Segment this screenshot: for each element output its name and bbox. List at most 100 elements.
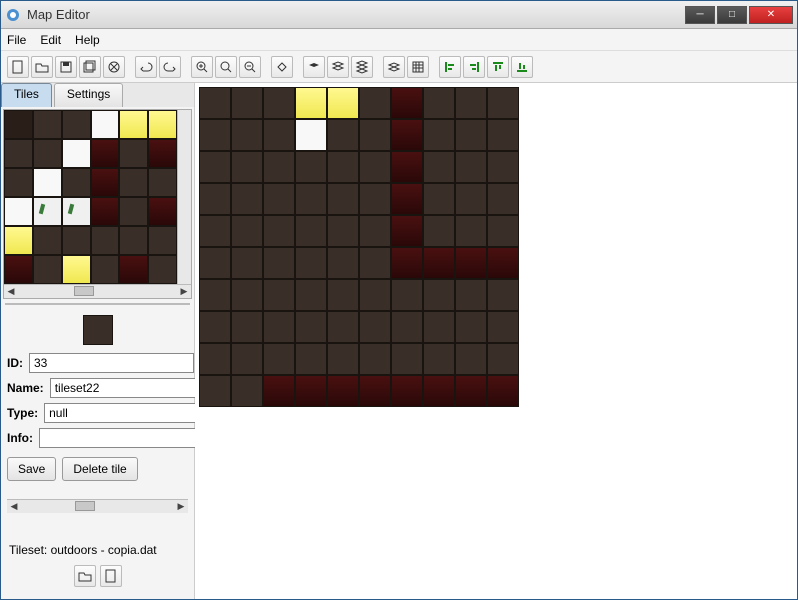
palette-tile[interactable] [33, 110, 62, 139]
map-tile[interactable] [391, 215, 423, 247]
map-tile[interactable] [199, 247, 231, 279]
map-tile[interactable] [263, 151, 295, 183]
map-tile[interactable] [391, 343, 423, 375]
map-tile[interactable] [199, 151, 231, 183]
tile-palette[interactable]: ◀▶ [3, 109, 192, 299]
save-all-button[interactable] [79, 56, 101, 78]
name-field[interactable] [50, 378, 215, 398]
palette-tile[interactable] [91, 139, 120, 168]
zoom-in-button[interactable] [191, 56, 213, 78]
map-tile[interactable] [231, 343, 263, 375]
palette-tile[interactable] [119, 139, 148, 168]
map-tile[interactable] [391, 279, 423, 311]
align-bottom-button[interactable] [511, 56, 533, 78]
palette-tile[interactable] [62, 197, 91, 226]
map-tile[interactable] [295, 183, 327, 215]
palette-tile[interactable] [148, 110, 177, 139]
map-tile[interactable] [391, 183, 423, 215]
map-tile[interactable] [487, 151, 519, 183]
map-tile[interactable] [359, 151, 391, 183]
map-tile[interactable] [199, 183, 231, 215]
map-tile[interactable] [487, 119, 519, 151]
map-tile[interactable] [295, 247, 327, 279]
layer3-button[interactable] [351, 56, 373, 78]
delete-tile-button[interactable]: Delete tile [62, 457, 137, 481]
palette-tile[interactable] [148, 197, 177, 226]
map-tile[interactable] [199, 343, 231, 375]
map-tile[interactable] [199, 279, 231, 311]
maximize-button[interactable]: □ [717, 6, 747, 24]
map-tile[interactable] [231, 375, 263, 407]
map-tile[interactable] [263, 183, 295, 215]
zoom-out-button[interactable] [239, 56, 261, 78]
save-tile-button[interactable]: Save [7, 457, 56, 481]
map-tile[interactable] [455, 343, 487, 375]
map-tile[interactable] [263, 215, 295, 247]
map-tile[interactable] [263, 119, 295, 151]
map-tile[interactable] [327, 183, 359, 215]
map-tile[interactable] [263, 247, 295, 279]
map-tile[interactable] [455, 375, 487, 407]
map-tile[interactable] [359, 87, 391, 119]
tab-settings[interactable]: Settings [54, 83, 123, 107]
palette-tile[interactable] [119, 255, 148, 284]
menu-file[interactable]: File [7, 33, 26, 47]
type-field[interactable] [44, 403, 209, 423]
palette-tile[interactable] [62, 168, 91, 197]
map-tile[interactable] [295, 119, 327, 151]
palette-tile[interactable] [148, 255, 177, 284]
palette-tile[interactable] [62, 255, 91, 284]
minimize-button[interactable]: ─ [685, 6, 715, 24]
map-tile[interactable] [455, 87, 487, 119]
map-tile[interactable] [295, 151, 327, 183]
palette-tile[interactable] [33, 226, 62, 255]
align-top-button[interactable] [487, 56, 509, 78]
menu-help[interactable]: Help [75, 33, 100, 47]
map-tile[interactable] [327, 375, 359, 407]
palette-scrollbar-h[interactable]: ◀▶ [4, 284, 191, 298]
map-tile[interactable] [199, 215, 231, 247]
map-tile[interactable] [391, 87, 423, 119]
map-tile[interactable] [359, 183, 391, 215]
palette-tile[interactable] [119, 110, 148, 139]
palette-tile[interactable] [4, 226, 33, 255]
map-tile[interactable] [487, 279, 519, 311]
map-tile[interactable] [359, 279, 391, 311]
palette-tile[interactable] [91, 197, 120, 226]
align-right-button[interactable] [463, 56, 485, 78]
map-tile[interactable] [231, 119, 263, 151]
info-field[interactable] [39, 428, 204, 448]
layer1-button[interactable] [303, 56, 325, 78]
map-tile[interactable] [423, 375, 455, 407]
map-tile[interactable] [263, 375, 295, 407]
map-tile[interactable] [455, 119, 487, 151]
layer2-button[interactable] [327, 56, 349, 78]
palette-tile[interactable] [4, 110, 33, 139]
map-tile[interactable] [199, 311, 231, 343]
map-tile[interactable] [423, 279, 455, 311]
map-tile[interactable] [391, 151, 423, 183]
map-tile[interactable] [231, 247, 263, 279]
new-button[interactable] [7, 56, 29, 78]
palette-tile[interactable] [148, 168, 177, 197]
map-tile[interactable] [263, 311, 295, 343]
id-field[interactable] [29, 353, 194, 373]
palette-tile[interactable] [33, 139, 62, 168]
palette-tile[interactable] [33, 197, 62, 226]
map-tile[interactable] [359, 343, 391, 375]
map-tile[interactable] [487, 343, 519, 375]
map-tile[interactable] [487, 375, 519, 407]
map-tile[interactable] [199, 119, 231, 151]
palette-tile[interactable] [91, 168, 120, 197]
palette-tile[interactable] [4, 168, 33, 197]
palette-tile[interactable] [4, 139, 33, 168]
palette-tile[interactable] [4, 197, 33, 226]
tab-tiles[interactable]: Tiles [1, 83, 52, 107]
close-button[interactable]: ✕ [749, 6, 793, 24]
map-tile[interactable] [359, 375, 391, 407]
map-tile[interactable] [391, 247, 423, 279]
map-tile[interactable] [359, 247, 391, 279]
map-tile[interactable] [295, 87, 327, 119]
map-tile[interactable] [295, 311, 327, 343]
palette-tile[interactable] [91, 226, 120, 255]
